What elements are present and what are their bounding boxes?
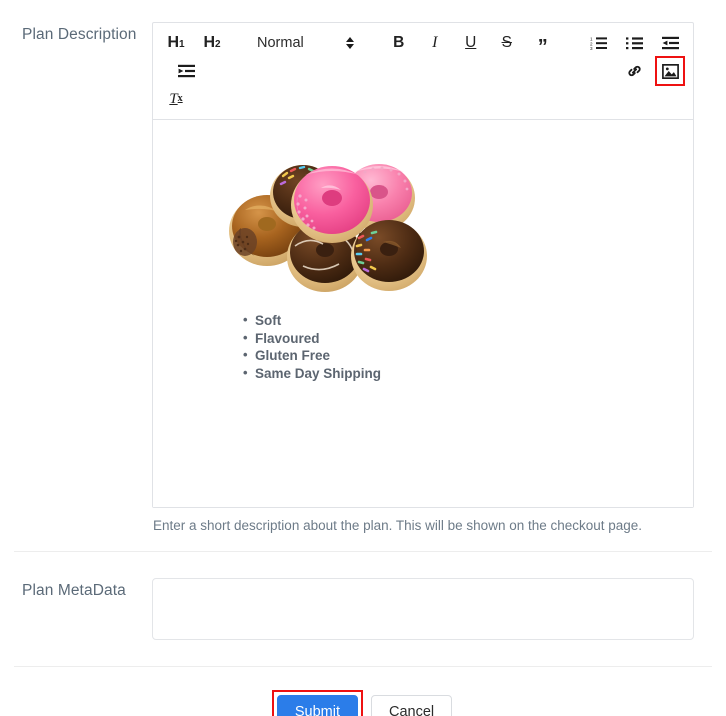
list-item: Flavoured <box>243 329 677 348</box>
editor-toolbar: H1 H2 Normal B I U S ” 1 2 3 T x <box>153 23 693 120</box>
clear-formatting-label: T <box>169 90 178 107</box>
clear-formatting-button[interactable]: Tx <box>163 86 189 112</box>
submit-button-highlight: Submit <box>271 690 364 716</box>
donut-photo <box>229 164 427 292</box>
heading-2-label: H <box>203 34 215 51</box>
chevron-updown-icon <box>345 37 354 49</box>
rich-text-editor[interactable]: H1 H2 Normal B I U S ” 1 2 3 T x • Soft … <box>152 22 694 508</box>
plan-metadata-label: Plan MetaData <box>22 582 126 599</box>
plan-description-label: Plan Description <box>22 26 137 43</box>
plan-description-help-text: Enter a short description about the plan… <box>153 518 643 533</box>
heading-2-sub: 2 <box>215 39 221 50</box>
svg-text:3: 3 <box>590 46 593 50</box>
form-actions: Submit Cancel <box>0 667 726 716</box>
underline-button[interactable]: U <box>458 30 484 56</box>
bullet-list-icon[interactable] <box>622 30 648 56</box>
plan-metadata-row: Plan MetaData <box>0 552 726 666</box>
plan-description-row: Plan Description H1 H2 Normal B I U S ” … <box>0 0 726 551</box>
outdent-icon[interactable] <box>658 30 684 56</box>
editor-content-area[interactable]: Soft Flavoured Gluten Free Same Day Ship… <box>153 120 693 507</box>
italic-button[interactable]: I <box>422 30 448 56</box>
heading-1-sub: 1 <box>179 39 185 50</box>
plan-metadata-input[interactable] <box>152 578 694 640</box>
image-icon[interactable] <box>655 56 685 86</box>
block-format-value: Normal <box>257 35 304 51</box>
donut-image-wrapper <box>169 134 677 298</box>
list-item: Same Day Shipping <box>243 364 677 383</box>
link-icon[interactable] <box>621 58 647 84</box>
ordered-list-icon[interactable]: 1 2 3 <box>586 30 612 56</box>
cancel-button[interactable]: Cancel <box>371 695 453 716</box>
list-item: Gluten Free <box>243 346 677 365</box>
block-format-select[interactable]: Normal <box>255 30 356 56</box>
submit-button[interactable]: Submit <box>276 695 358 716</box>
plan-description-form-page: Plan Description H1 H2 Normal B I U S ” … <box>0 0 726 716</box>
clear-formatting-sub: x <box>177 93 183 104</box>
heading-1-label: H <box>167 34 179 51</box>
heading-1-button[interactable]: H1 <box>163 30 189 56</box>
plan-description-body: H1 H2 Normal B I U S ” 1 2 3 T x • Soft … <box>152 22 716 535</box>
indent-icon[interactable] <box>173 58 199 84</box>
plan-metadata-body <box>152 578 716 640</box>
strikethrough-button[interactable]: S <box>494 30 520 56</box>
bold-button[interactable]: B <box>386 30 412 56</box>
feature-bullet-list: Soft Flavoured Gluten Free Same Day Ship… <box>169 311 677 383</box>
blockquote-button[interactable]: ” <box>530 30 556 57</box>
list-item: Soft <box>243 311 677 330</box>
donut-choc-rainbow <box>351 220 427 291</box>
heading-2-button[interactable]: H2 <box>199 30 225 56</box>
